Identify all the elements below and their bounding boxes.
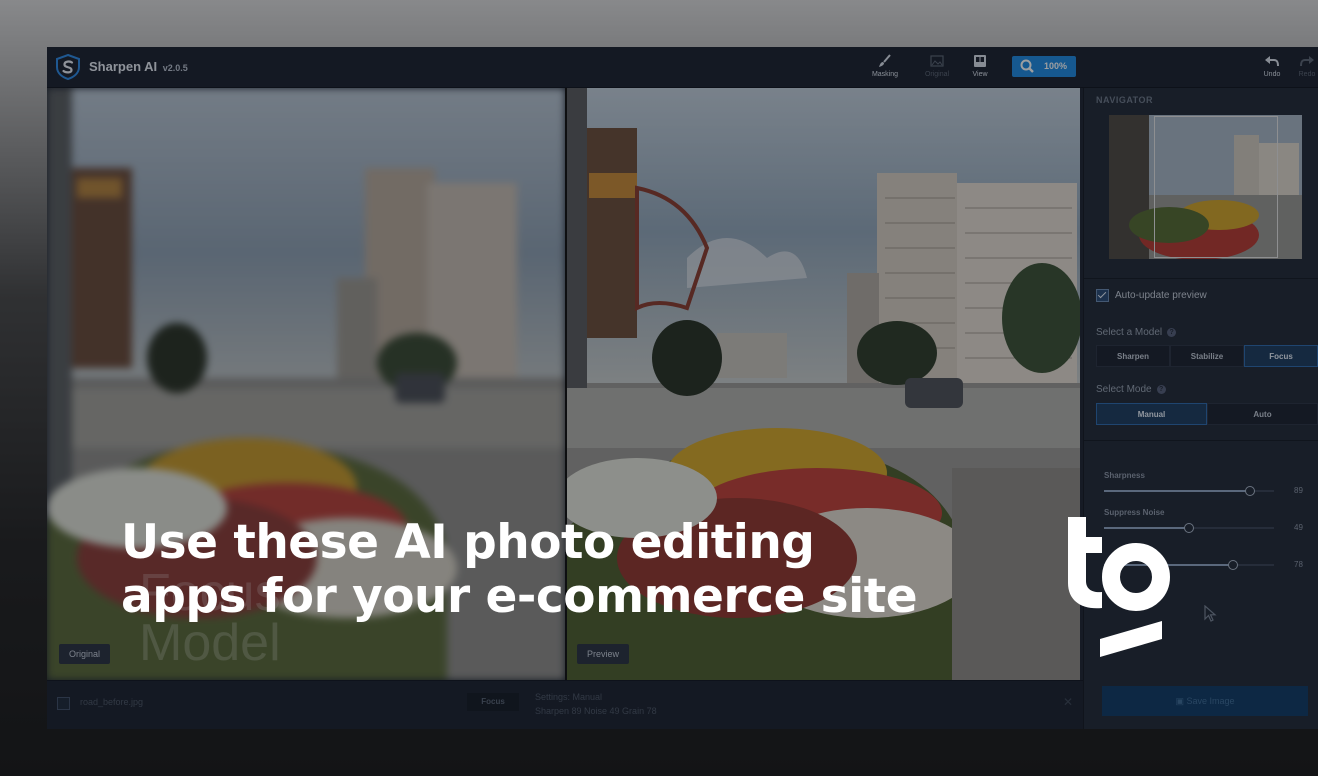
- close-icon[interactable]: ✕: [1063, 695, 1073, 709]
- model-focus[interactable]: Focus: [1244, 345, 1318, 367]
- file-checkbox[interactable]: [57, 697, 70, 710]
- redo-button[interactable]: Redo: [1287, 53, 1318, 83]
- slider-value: 89: [1294, 486, 1303, 495]
- navigator-title: NAVIGATOR: [1096, 95, 1154, 105]
- zoom-icon: [1020, 59, 1034, 73]
- model-selector: Sharpen Stabilize Focus: [1096, 345, 1318, 367]
- select-model-label: Select a Model?: [1096, 327, 1177, 338]
- image-icon: [930, 55, 944, 67]
- settings-summary: Settings: Manual Sharpen 89 Noise 49 Gra…: [535, 692, 657, 716]
- mode-auto[interactable]: Auto: [1207, 403, 1318, 425]
- slider-knob[interactable]: [1184, 523, 1194, 533]
- slider-knob[interactable]: [1245, 486, 1255, 496]
- masking-button[interactable]: Masking: [865, 53, 905, 83]
- save-icon: ▣: [1175, 696, 1187, 706]
- slider-value: 49: [1294, 523, 1303, 532]
- model-stabilize[interactable]: Stabilize: [1170, 345, 1244, 367]
- auto-update-toggle[interactable]: Auto-update preview: [1096, 289, 1207, 302]
- headline: Use these AI photo editing apps for your…: [121, 516, 1021, 624]
- navigator-thumbnail[interactable]: [1109, 115, 1302, 259]
- app-version: v2.0.5: [162, 63, 188, 73]
- brand-logo-icon: [1068, 517, 1170, 657]
- checkbox-checked-icon[interactable]: [1096, 289, 1109, 302]
- divider: [1084, 278, 1318, 279]
- app-logo-icon: [56, 54, 80, 80]
- headline-line-1: Use these AI photo editing: [121, 515, 815, 570]
- slider-value: 78: [1294, 560, 1303, 569]
- preview-label: Preview: [577, 644, 630, 664]
- model-sharpen[interactable]: Sharpen: [1096, 345, 1170, 367]
- file-name: road_before.jpg: [80, 697, 144, 707]
- mode-selector: Manual Auto: [1096, 403, 1318, 425]
- help-icon[interactable]: ?: [1156, 384, 1166, 394]
- headline-line-2: apps for your e-commerce site: [121, 569, 918, 624]
- file-bar: road_before.jpg Focus Settings: Manual S…: [47, 680, 1083, 729]
- zoom-button[interactable]: 100%: [1012, 56, 1076, 77]
- redo-icon: [1300, 56, 1314, 67]
- undo-button[interactable]: Undo: [1252, 53, 1292, 83]
- slider-knob[interactable]: [1228, 560, 1238, 570]
- select-mode-label: Select Mode?: [1096, 384, 1166, 395]
- slider-label: Sharpness: [1104, 471, 1145, 480]
- model-badge: Focus: [467, 693, 519, 711]
- divider: [1084, 440, 1318, 441]
- undo-icon: [1265, 56, 1279, 67]
- original-button[interactable]: Original: [917, 53, 957, 83]
- original-label: Original: [59, 644, 111, 664]
- save-image-button[interactable]: ▣ Save Image: [1102, 686, 1308, 716]
- mouse-cursor-icon: [1204, 605, 1217, 622]
- split-view-icon: [974, 55, 986, 67]
- title-bar: Sharpen AI v2.0.5 Masking Original View …: [47, 47, 1318, 88]
- brush-icon: [879, 54, 891, 67]
- app-title: Sharpen AI v2.0.5: [89, 59, 188, 74]
- mode-manual[interactable]: Manual: [1096, 403, 1207, 425]
- sharpness-slider[interactable]: Sharpness 89: [1104, 471, 1304, 496]
- navigator-viewport[interactable]: [1154, 116, 1278, 258]
- view-button[interactable]: View: [960, 53, 1000, 83]
- help-icon[interactable]: ?: [1167, 327, 1177, 337]
